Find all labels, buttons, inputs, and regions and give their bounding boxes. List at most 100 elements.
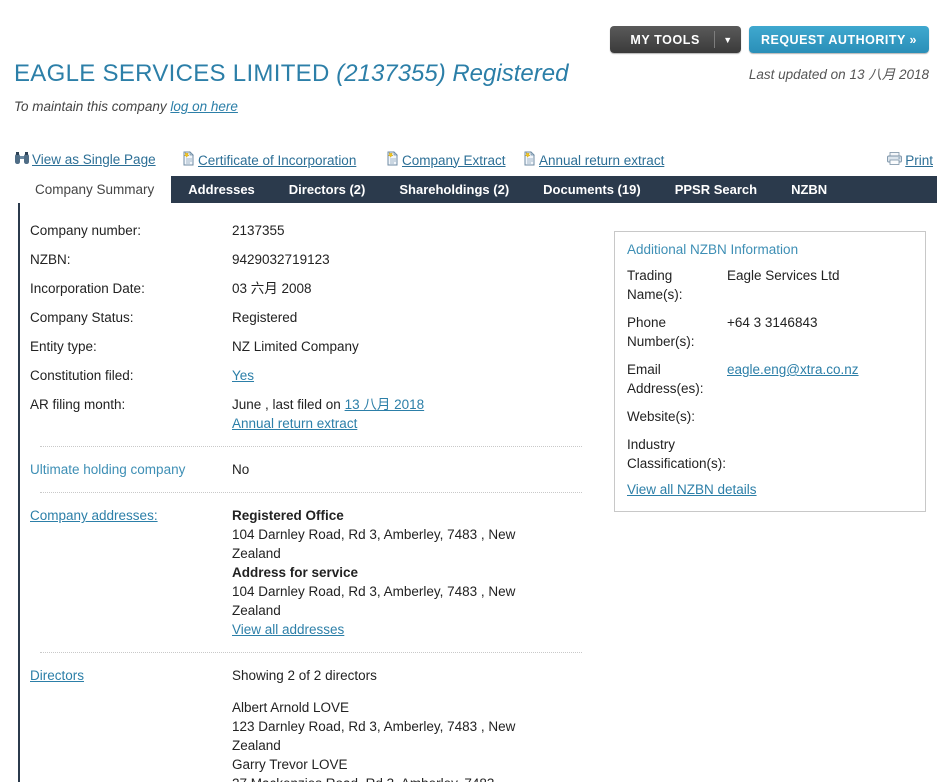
binoculars-icon — [14, 151, 30, 168]
field-value: 03 六月 2008 — [232, 281, 312, 296]
ar-last-filed-date-link[interactable]: 13 八月 2018 — [345, 397, 425, 412]
printer-icon — [886, 151, 903, 169]
tab-documents[interactable]: Documents (19) — [526, 176, 658, 203]
field-label: Company number: — [30, 223, 142, 238]
field-label: Trading Name(s): — [627, 268, 683, 302]
ultimate-holding-company-link[interactable]: Ultimate holding company — [30, 462, 185, 477]
field-label: Incorporation Date: — [30, 281, 145, 296]
director-name: Garry Trevor LOVE — [232, 757, 348, 772]
maintain-label: To maintain this company — [14, 99, 167, 114]
field-company-number: Company number: 2137355 — [30, 221, 600, 240]
field-value: 2137355 — [232, 223, 285, 238]
annual-return-extract-inline-link[interactable]: Annual return extract — [232, 416, 357, 431]
company-name: EAGLE SERVICES LIMITED — [14, 60, 330, 87]
field-company-status: Company Status: Registered — [30, 308, 600, 327]
my-tools-label: MY TOOLS — [630, 32, 700, 47]
field-constitution-filed: Constitution filed: Yes — [30, 366, 600, 385]
field-value: Yes — [232, 366, 254, 385]
service-address-line-2: Zealand — [232, 603, 281, 618]
field-label: Entity type: — [30, 339, 97, 354]
tab-bar: Company Summary Addresses Directors (2) … — [18, 176, 937, 203]
tab-directors[interactable]: Directors (2) — [272, 176, 383, 203]
view-all-addresses-link[interactable]: View all addresses — [232, 622, 344, 637]
section-divider — [40, 652, 582, 653]
company-summary-details: Company number: 2137355 NZBN: 9429032719… — [20, 203, 600, 782]
field-company-addresses: Company addresses: Registered Office 104… — [30, 506, 600, 639]
tab-nzbn[interactable]: NZBN — [774, 176, 844, 203]
request-authority-button[interactable]: REQUEST AUTHORITY » — [748, 26, 929, 53]
link-label[interactable]: Certificate of Incorporation — [198, 153, 356, 168]
service-address-heading: Address for service — [232, 565, 359, 580]
request-authority-label: REQUEST AUTHORITY » — [760, 32, 917, 47]
field-label: NZBN: — [30, 252, 71, 267]
tab-ppsr-search[interactable]: PPSR Search — [658, 176, 774, 203]
field-value: 9429032719123 — [232, 252, 330, 267]
field-nzbn: NZBN: 9429032719123 — [30, 250, 600, 269]
email-address-link[interactable]: eagle.eng@xtra.co.nz — [727, 362, 859, 377]
registered-office-line-1: 104 Darnley Road, Rd 3, Amberley, 7483 ,… — [232, 527, 516, 542]
field-label: Ultimate holding company — [30, 460, 232, 479]
additional-nzbn-information-panel: Additional NZBN Information Trading Name… — [614, 231, 926, 512]
registered-office-heading: Registered Office — [232, 508, 344, 523]
section-divider — [40, 446, 582, 447]
document-star-icon — [181, 151, 196, 169]
document-links-row: View as Single Page Certificate of Incor… — [14, 151, 933, 171]
nzbn-panel-title: Additional NZBN Information — [627, 242, 799, 257]
field-value: No — [232, 462, 250, 477]
top-action-bar: MY TOOLS ▼ REQUEST AUTHORITY » — [610, 26, 929, 53]
director-address-line-1: 27 Mackenzies Road, Rd 3, Amberley, 7483… — [232, 776, 502, 782]
tab-company-summary[interactable]: Company Summary — [18, 176, 172, 203]
field-label: Directors — [30, 666, 232, 782]
log-on-here-link[interactable]: log on here — [170, 99, 238, 114]
page-title: EAGLE SERVICES LIMITED (2137355) Registe… — [14, 60, 568, 88]
field-value: +64 3 3146843 — [727, 315, 818, 330]
field-value: eagle.eng@xtra.co.nz — [727, 360, 859, 398]
ar-filing-text: June , last filed on — [232, 397, 341, 412]
chevron-down-icon[interactable]: ▼ — [715, 26, 741, 53]
view-as-single-page-link[interactable]: View as Single Page — [14, 151, 156, 168]
field-label: Company addresses: — [30, 506, 232, 639]
director-name: Albert Arnold LOVE — [232, 700, 350, 715]
annual-return-extract-link[interactable]: Annual return extract — [522, 151, 664, 169]
field-value: June , last filed on 13 八月 2018 Annual r… — [232, 395, 424, 433]
certificate-of-incorporation-link[interactable]: Certificate of Incorporation — [181, 151, 356, 169]
view-all-nzbn-details: View all NZBN details — [627, 482, 913, 497]
field-incorporation-date: Incorporation Date: 03 六月 2008 — [30, 279, 600, 298]
field-label: Constitution filed: — [30, 368, 134, 383]
field-value: Registered — [232, 310, 298, 325]
directors-showing-count: Showing 2 of 2 directors — [232, 668, 377, 683]
print-label[interactable]: Print — [905, 153, 933, 168]
section-divider — [40, 492, 582, 493]
company-summary-page: MY TOOLS ▼ REQUEST AUTHORITY » EAGLE SER… — [0, 0, 945, 782]
tab-shareholdings[interactable]: Shareholdings (2) — [382, 176, 526, 203]
nzbn-field-email-addresses: Email Address(es): eagle.eng@xtra.co.nz — [627, 360, 913, 398]
directors-link[interactable]: Directors — [30, 668, 84, 683]
company-addresses-link[interactable]: Company addresses: — [30, 508, 158, 523]
company-extract-link[interactable]: Company Extract — [385, 151, 506, 169]
nzbn-field-websites: Website(s): — [627, 407, 913, 426]
last-updated-text: Last updated on 13 八月 2018 — [748, 67, 929, 82]
nzbn-field-trading-names: Trading Name(s): Eagle Services Ltd — [627, 266, 913, 304]
constitution-filed-link[interactable]: Yes — [232, 368, 254, 383]
print-link[interactable]: Print — [886, 151, 933, 169]
field-directors: Directors Showing 2 of 2 directors Alber… — [30, 666, 600, 782]
field-label: Email Address(es): — [627, 362, 704, 396]
field-entity-type: Entity type: NZ Limited Company — [30, 337, 600, 356]
view-all-nzbn-details-link[interactable]: View all NZBN details — [627, 482, 757, 497]
field-label: Website(s): — [627, 409, 696, 424]
link-label[interactable]: Annual return extract — [539, 153, 664, 168]
field-label: AR filing month: — [30, 397, 126, 412]
director-address-line-1: 123 Darnley Road, Rd 3, Amberley, 7483 ,… — [232, 719, 516, 734]
content-panel: Company number: 2137355 NZBN: 9429032719… — [18, 203, 937, 782]
maintain-company-text: To maintain this company log on here — [14, 99, 238, 114]
field-ar-filing-month: AR filing month: June , last filed on 13… — [30, 395, 600, 433]
my-tools-button[interactable]: MY TOOLS ▼ — [610, 26, 741, 53]
field-value: Eagle Services Ltd — [727, 268, 840, 283]
company-number-status: (2137355) Registered — [336, 60, 569, 87]
field-value: Registered Office 104 Darnley Road, Rd 3… — [232, 506, 515, 639]
link-label[interactable]: Company Extract — [402, 153, 506, 168]
director-address-line-2: Zealand — [232, 738, 281, 753]
field-label: Industry Classification(s): — [627, 437, 727, 471]
link-label[interactable]: View as Single Page — [32, 152, 156, 167]
tab-addresses[interactable]: Addresses — [171, 176, 271, 203]
